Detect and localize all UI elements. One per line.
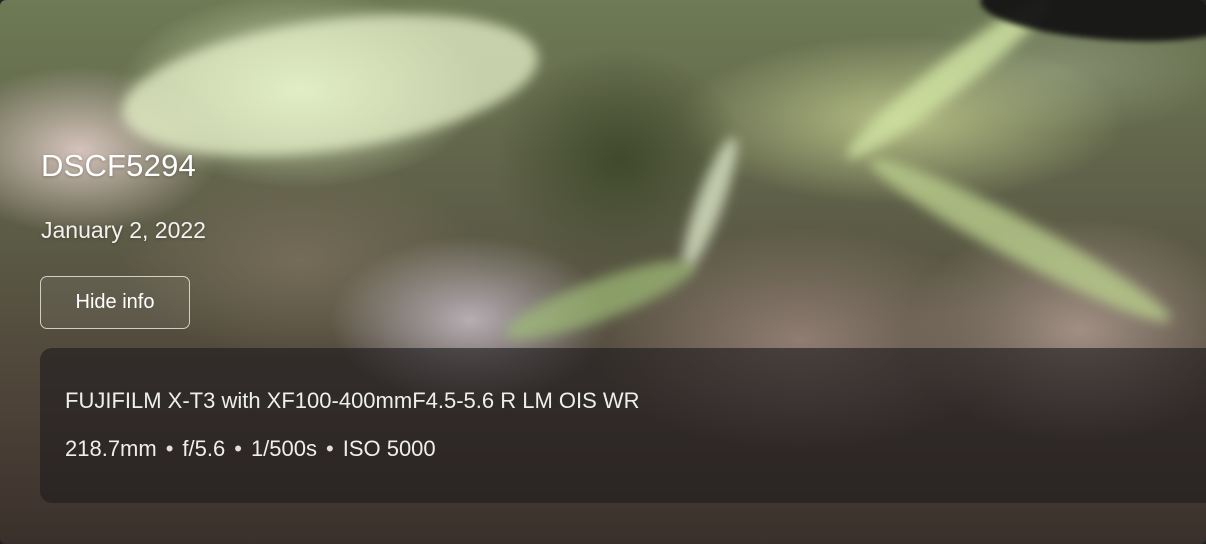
exif-info-panel: FUJIFILM X-T3 with XF100-400mmF4.5-5.6 R… — [40, 348, 1206, 503]
aperture: f/5.6 — [182, 436, 226, 461]
photo-blur-region — [499, 247, 701, 353]
photo-date: January 2, 2022 — [41, 217, 206, 243]
photo-title: DSCF5294 — [41, 148, 196, 183]
hide-info-button[interactable]: Hide info — [40, 276, 190, 329]
separator-dot: • — [234, 436, 242, 461]
camera-lens-info: FUJIFILM X-T3 with XF100-400mmF4.5-5.6 R… — [65, 388, 640, 413]
shutter-speed: 1/500s — [250, 436, 317, 461]
iso: ISO 5000 — [342, 436, 436, 461]
photo-blur-region — [860, 142, 1180, 338]
separator-dot: • — [165, 436, 174, 461]
photo-blur-region — [673, 132, 747, 274]
separator-dot: • — [326, 436, 334, 461]
focal-length: 218.7mm — [65, 436, 157, 461]
exif-settings: 218.7mm • f/5.6 • 1/500s • ISO 5000 — [65, 434, 1206, 464]
